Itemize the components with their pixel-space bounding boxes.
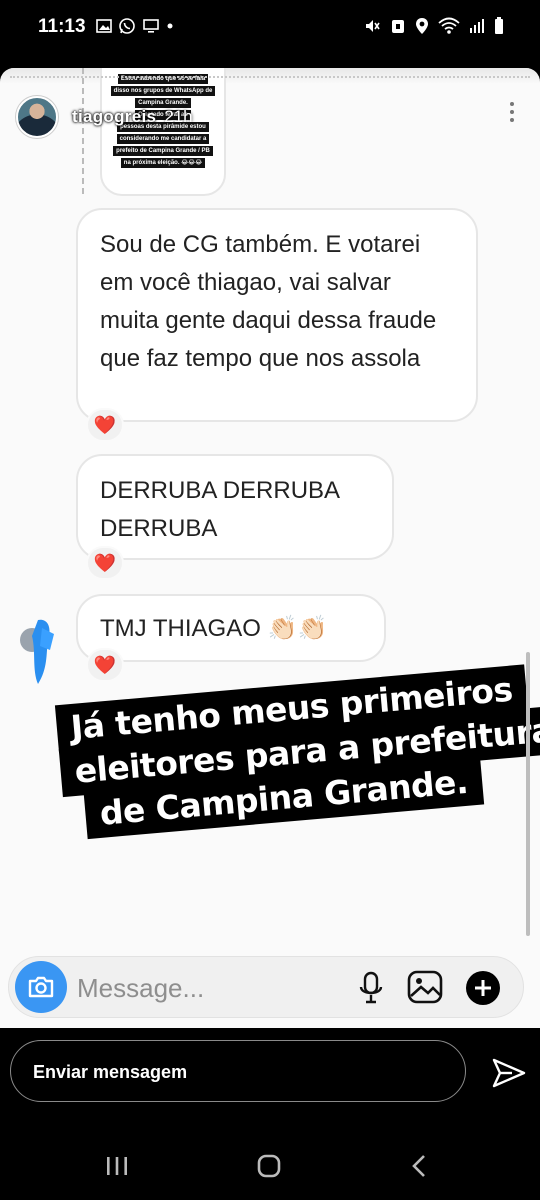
battery-icon [495, 17, 503, 34]
heart-reaction[interactable]: ❤️ [86, 546, 124, 580]
message-text: Sou de CG também. E votarei em você thia… [100, 231, 437, 372]
gallery-icon [96, 19, 112, 33]
status-bar: 11:13 [0, 0, 540, 60]
monitor-icon [143, 19, 159, 33]
alarm-icon [392, 20, 404, 33]
story-header[interactable]: tiagogreis 21h [16, 96, 193, 138]
story-viewer[interactable]: Estou sabendo que só se fala disso nos g… [0, 68, 540, 1028]
message-text: TMJ THIAGAO 👏🏻👏🏻 [100, 615, 328, 642]
message-composer[interactable]: Message... [8, 956, 524, 1018]
status-time: 11:13 [38, 16, 86, 37]
signal-icon [470, 19, 484, 33]
whatsapp-icon [119, 18, 135, 34]
heart-icon: ❤️ [93, 552, 117, 573]
reply-input[interactable]: Enviar mensagem [10, 1040, 466, 1102]
recents-icon[interactable] [104, 1154, 130, 1178]
wifi-icon [438, 17, 460, 34]
camera-button[interactable] [15, 961, 67, 1013]
message-bubble[interactable]: Sou de CG também. E votarei em você thia… [76, 208, 478, 422]
heart-icon: ❤️ [93, 654, 117, 675]
message-bubble[interactable]: TMJ THIAGAO 👏🏻👏🏻 [76, 594, 386, 662]
scrollbar[interactable] [526, 652, 530, 936]
username[interactable]: tiagogreis [72, 107, 156, 127]
more-options-icon[interactable] [510, 102, 514, 122]
story-caption: Já tenho meus primeiros eleitores para a… [54, 664, 540, 840]
sender-avatar-obscured [20, 619, 54, 684]
message-input[interactable]: Message... [77, 973, 204, 1004]
message-text: DERRUBA DERRUBA DERRUBA [100, 477, 339, 542]
heart-reaction[interactable]: ❤️ [86, 408, 124, 442]
avatar[interactable] [16, 96, 58, 138]
microphone-icon[interactable] [357, 971, 385, 1005]
mute-icon [366, 20, 380, 32]
navigation-bar [0, 1128, 540, 1200]
story-time-ago: 21h [164, 107, 193, 126]
story-progress-bar [10, 76, 530, 78]
location-icon [416, 18, 428, 34]
back-icon[interactable] [408, 1154, 430, 1178]
shared-image-line: na próxima eleição. 😂😂😂 [120, 158, 206, 168]
status-left-icons [96, 17, 174, 35]
status-right-icons [363, 17, 504, 35]
message-bubble[interactable]: DERRUBA DERRUBA DERRUBA [76, 454, 394, 560]
plus-icon[interactable] [465, 970, 501, 1006]
heart-reaction[interactable]: ❤️ [86, 648, 124, 682]
dot-icon [167, 23, 173, 29]
gallery-icon[interactable] [407, 970, 443, 1004]
shared-image-line: prefeito de Campina Grande / PB [113, 146, 213, 156]
heart-icon: ❤️ [93, 414, 117, 435]
camera-icon [28, 976, 54, 998]
reply-bar: Enviar mensagem [0, 1028, 540, 1128]
shared-image-line: disso nos grupos de WhatsApp de [110, 86, 216, 96]
send-icon[interactable] [492, 1058, 526, 1088]
home-icon[interactable] [256, 1154, 282, 1178]
